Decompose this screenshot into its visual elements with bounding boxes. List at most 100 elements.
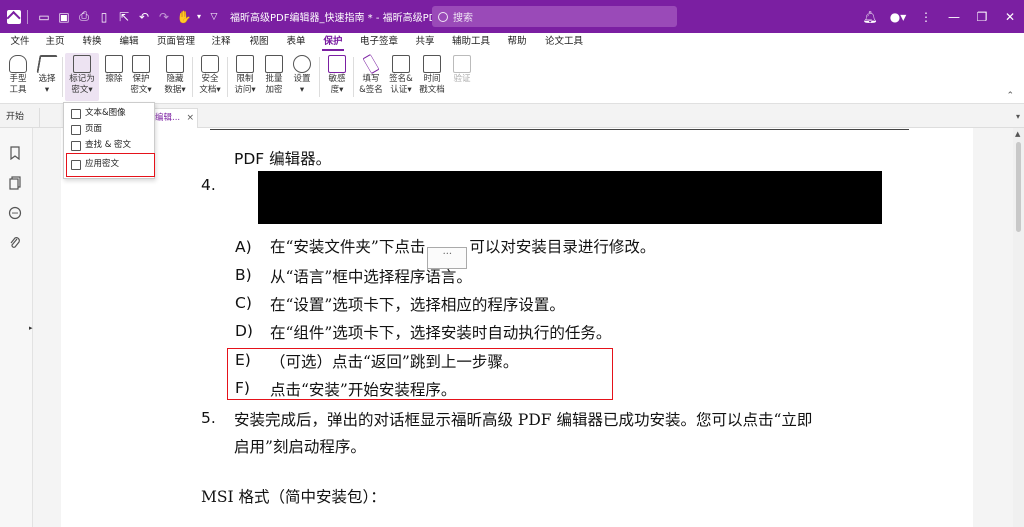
bell-icon[interactable]: 🔔︎: [856, 7, 884, 27]
vertical-scrollbar[interactable]: ▲: [1013, 128, 1024, 527]
print-icon[interactable]: ⎙: [74, 7, 94, 27]
timestamp-document-button[interactable]: 时间 戳文档: [417, 53, 447, 101]
page-rule: [210, 129, 909, 130]
dropdown-item-find-redact[interactable]: 查找 & 密文: [67, 138, 153, 153]
close-icon[interactable]: ✕: [996, 7, 1024, 27]
menu-home[interactable]: 主页: [44, 33, 66, 51]
expand-panel-icon[interactable]: ▸: [29, 324, 33, 332]
more-options-icon[interactable]: ⋮: [912, 7, 940, 27]
left-sidebar: ▸: [0, 128, 33, 527]
tab-document[interactable]: f编辑... ×: [148, 108, 198, 128]
hand-tool-icon[interactable]: ✋: [174, 7, 194, 27]
scroll-up-icon[interactable]: ▲: [1015, 130, 1020, 138]
page-icon: [71, 125, 81, 135]
minimize-icon[interactable]: —: [940, 7, 968, 27]
divider: [227, 57, 228, 97]
step-letter: A): [235, 238, 252, 256]
dropdown-item-text-image[interactable]: 文本&图像: [67, 106, 153, 121]
menu-view[interactable]: 视图: [248, 33, 270, 51]
find-redact-icon: [71, 141, 81, 151]
secure-document-button[interactable]: 安全 文档▾: [195, 53, 225, 101]
dropdown-item-page[interactable]: 页面: [67, 122, 153, 137]
tab-list-chevron-icon[interactable]: ▾: [1016, 112, 1020, 121]
settings-lock-icon: [293, 55, 311, 73]
pdf-page: PDF 编辑器。 4. A) 在“安装文件夹”下点击 ··· 可以对安装目录进行修改…: [61, 128, 973, 527]
bookmark-icon[interactable]: [8, 146, 22, 160]
list-number: 5.: [201, 409, 216, 427]
hide-data-icon: [166, 55, 184, 73]
step-letter: C): [235, 294, 252, 312]
close-tab-icon[interactable]: ×: [186, 109, 194, 127]
customize-toolbar-icon[interactable]: ▽: [204, 7, 224, 27]
pages-icon[interactable]: [8, 176, 22, 190]
window-title: 福昕高级PDF编辑器_快速指南 * - 福昕高级PDF编...: [230, 13, 462, 24]
menu-help[interactable]: 帮助: [506, 33, 528, 51]
menu-comment[interactable]: 注释: [210, 33, 232, 51]
menu-page-management[interactable]: 页面管理: [156, 33, 196, 51]
menu-bar: 文件 主页 转换 编辑 页面管理 注释 视图 表单 保护 电子签章 共享 辅助工…: [0, 33, 1024, 51]
attachment-icon[interactable]: [8, 236, 22, 250]
menu-edit[interactable]: 编辑: [118, 33, 140, 51]
app-window: ▭ ▣ ⎙ ▯ ⇱ ↶ ↷ ✋ ▾ ▽ 福昕高级PDF编辑器_快速指南 * - …: [0, 0, 1024, 527]
settings-button[interactable]: 设置 ▾: [287, 53, 317, 101]
menu-thesis-tools[interactable]: 论文工具: [544, 33, 584, 51]
pen-icon: [362, 53, 380, 75]
sensitivity-button[interactable]: 敏感 度▾: [322, 53, 352, 101]
user-avatar-icon[interactable]: ●▾: [884, 7, 912, 27]
list-number: 4.: [201, 176, 216, 194]
document-viewport: PDF 编辑器。 4. A) 在“安装文件夹”下点击 ··· 可以对安装目录进行修改…: [33, 128, 1013, 527]
section-heading: MSI 格式（简中安装包）：: [201, 488, 386, 506]
lock-icon: [201, 55, 219, 73]
divider: [192, 57, 193, 97]
protect-redaction-button[interactable]: 保护 密文▾: [126, 53, 156, 101]
menu-e-seal[interactable]: 电子签章: [359, 33, 399, 51]
verify-icon: [453, 55, 471, 73]
verify-button[interactable]: 验证: [447, 53, 477, 101]
erase-button[interactable]: 擦除: [99, 53, 129, 101]
divider: [319, 57, 320, 97]
step-letter: E): [235, 351, 251, 369]
step-text: 在“安装文件夹”下点击 ··· 可以对安装目录进行修改。: [270, 235, 655, 269]
undo-icon[interactable]: ↶: [134, 7, 154, 27]
text-line: 启用”刻启动程序。: [234, 438, 366, 456]
new-doc-icon[interactable]: ▯: [94, 7, 114, 27]
hand-icon: [9, 55, 27, 73]
text-line: PDF 编辑器。: [234, 150, 332, 168]
menu-file[interactable]: 文件: [10, 33, 30, 51]
batch-encrypt-icon: [265, 55, 283, 73]
step-letter: D): [235, 322, 253, 340]
tab-document-label: f编辑...: [152, 113, 181, 123]
sign-certify-button[interactable]: 签名& 认证▾: [386, 53, 416, 101]
menu-accessibility[interactable]: 辅助工具: [451, 33, 491, 51]
restrict-access-button[interactable]: 限制 访问▾: [230, 53, 260, 101]
menu-share[interactable]: 共享: [414, 33, 436, 51]
redaction-block: [258, 171, 882, 224]
export-icon[interactable]: ⇱: [114, 7, 134, 27]
step-text: 在“设置”选项卡下，选择相应的程序设置。: [270, 296, 565, 314]
search-box[interactable]: 搜索: [432, 6, 677, 27]
menu-protect[interactable]: 保护: [322, 33, 344, 51]
chevron-down-icon[interactable]: ▾: [194, 7, 204, 27]
text-image-icon: [71, 109, 81, 119]
scrollbar-thumb[interactable]: [1016, 142, 1021, 232]
save-icon[interactable]: ▣: [54, 7, 74, 27]
batch-encrypt-button[interactable]: 批量 加密: [259, 53, 289, 101]
tab-start[interactable]: 开始: [0, 108, 40, 128]
fill-sign-button[interactable]: 填写 &签名: [356, 53, 386, 101]
comments-icon[interactable]: [8, 206, 22, 220]
highlight-box: [66, 153, 155, 177]
menu-convert[interactable]: 转换: [81, 33, 103, 51]
search-icon: [438, 11, 448, 22]
mark-redaction-button[interactable]: 标记为 密文▾: [65, 53, 99, 101]
select-tool-button[interactable]: 选择 ▾: [32, 53, 62, 101]
restore-icon[interactable]: ❐: [968, 7, 996, 27]
hide-data-button[interactable]: 隐藏 数据▾: [160, 53, 190, 101]
hand-tool-button[interactable]: 手型 工具: [3, 53, 33, 101]
sensitivity-icon: [328, 55, 346, 73]
sign-icon: [392, 55, 410, 73]
redo-icon[interactable]: ↷: [154, 7, 174, 27]
open-folder-icon[interactable]: ▭: [34, 7, 54, 27]
menu-form[interactable]: 表单: [285, 33, 307, 51]
step-text: 从“语言”框中选择程序语言。: [270, 268, 472, 286]
collapse-ribbon-icon[interactable]: ⌃: [1006, 91, 1014, 101]
